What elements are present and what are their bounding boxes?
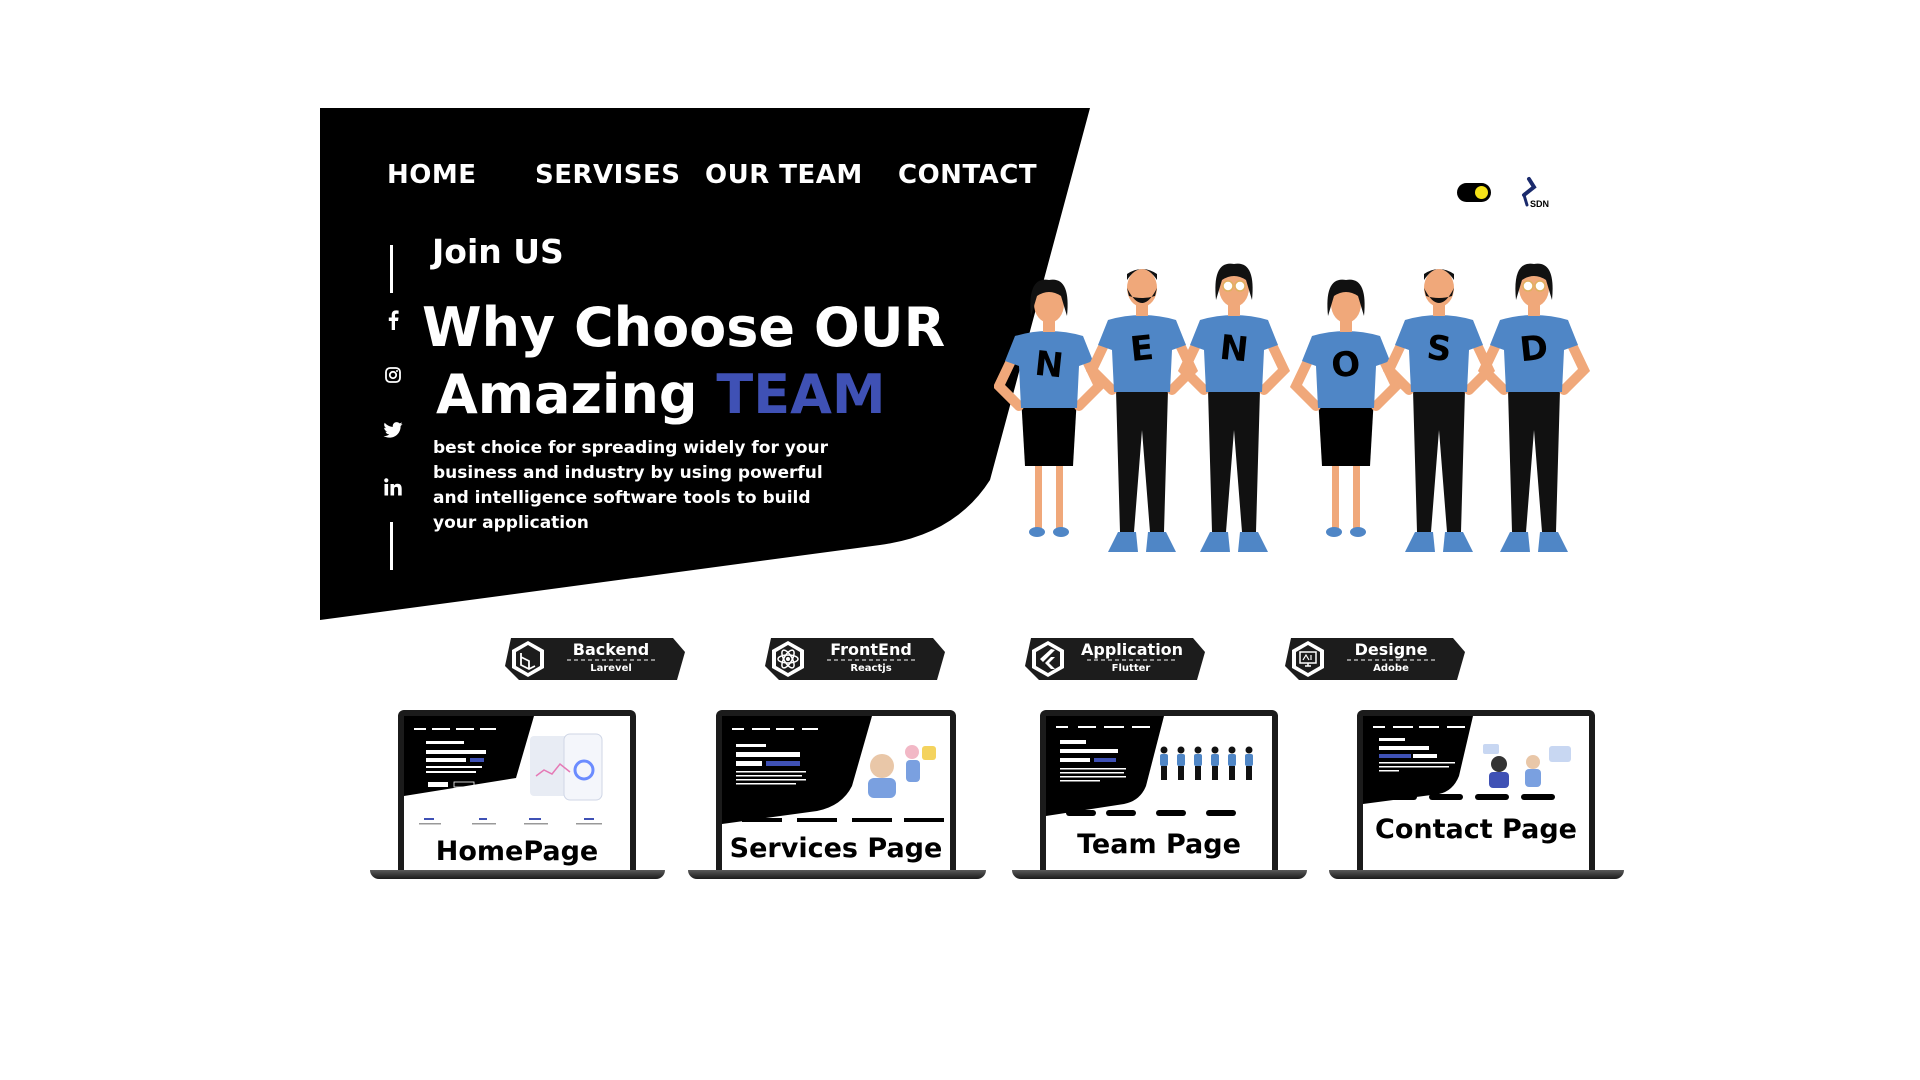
page-label: HomePage [435,836,599,867]
toggle-knob [1475,186,1488,199]
services-preview: Services Page [722,716,950,870]
team-preview: Team Page [1046,716,1272,870]
team-shirt-letter: E [1128,328,1155,370]
mini-team-member [1211,746,1219,754]
hero-title-line1: Why Choose OUR [422,296,946,359]
social-divider-bottom [390,522,393,570]
badge-frontend[interactable]: FrontEnd Reactjs [765,638,945,680]
linkedin-icon[interactable] [378,472,408,502]
nav-home[interactable]: HOME [387,160,477,190]
badge-subtitle: Larevel [590,663,632,674]
social-links [378,240,408,570]
badge-design[interactable]: Designe Adobe [1285,638,1465,680]
laptop-base [370,870,665,879]
theme-toggle[interactable] [1457,183,1491,202]
badge-subtitle: Adobe [1373,663,1409,674]
team-shirt-letter: D [1518,328,1550,371]
laptop-services[interactable]: Services Page [688,710,986,880]
hero-description: best choice for spreading widely for you… [433,438,828,533]
badge-subtitle: Flutter [1111,663,1151,674]
laptop-team[interactable]: Team Page [1012,710,1307,880]
badge-title: Backend [572,640,650,659]
instagram-icon[interactable] [378,360,408,390]
badge-title: FrontEnd [830,640,912,659]
page-label: Contact Page [1375,814,1577,845]
badge-title: Designe [1354,640,1428,659]
mini-team-member [1177,746,1185,754]
page-label: Team Page [1077,829,1241,860]
nav-our-team[interactable]: OUR TEAM [705,160,863,190]
badge-subtitle: Reactjs [850,663,892,674]
team-member: N [994,279,1106,537]
team-member: N [1177,263,1291,552]
laptop-base [1329,870,1624,879]
team-shirt-letter: N [1218,328,1250,371]
laravel-icon [512,641,544,677]
adobe-icon [1292,641,1324,677]
homepage-preview: HomePage [404,716,630,870]
team-member: E [1085,269,1199,552]
twitter-icon[interactable] [378,415,408,445]
hero-kicker: Join US [432,232,564,271]
flutter-icon [1032,641,1064,677]
sdn-logo[interactable]: SDN [1514,175,1554,215]
facebook-icon[interactable] [378,305,408,335]
badge-backend[interactable]: Backend Larevel [505,638,685,680]
laptop-base [1012,870,1307,879]
nav-services[interactable]: SERVISES [535,160,681,190]
mini-team-member [1160,746,1168,754]
badge-title: Application [1081,640,1184,659]
hero-title-prefix: Amazing [436,363,698,426]
team-member: S [1382,269,1496,552]
logo-text: SDN [1530,199,1549,209]
team-shirt-letter: S [1425,328,1454,370]
team-member: O [1289,279,1403,537]
team-shirt-letter: N [1033,344,1065,387]
contact-preview: Contact Page [1363,716,1589,870]
badge-application[interactable]: Application Flutter [1025,638,1205,680]
mini-team-member [1228,746,1236,754]
hero-title-accent: TEAM [716,363,886,426]
laptop-base [688,870,986,879]
social-divider-top [390,245,393,293]
mini-team-member [1245,746,1253,754]
team-illustration: NENOSD [994,263,1591,552]
laptop-homepage[interactable]: HomePage [370,710,665,880]
mini-team-figures [1160,746,1253,780]
team-shirt-letter: O [1329,344,1362,387]
mini-team-member [1194,746,1202,754]
hero-title-line2: Amazing TEAM [436,363,886,426]
react-icon [772,641,804,677]
team-member: D [1477,263,1591,552]
laptop-contact[interactable]: Contact Page [1329,710,1624,880]
nav-contact[interactable]: CONTACT [898,160,1037,190]
page-label: Services Page [729,833,943,864]
